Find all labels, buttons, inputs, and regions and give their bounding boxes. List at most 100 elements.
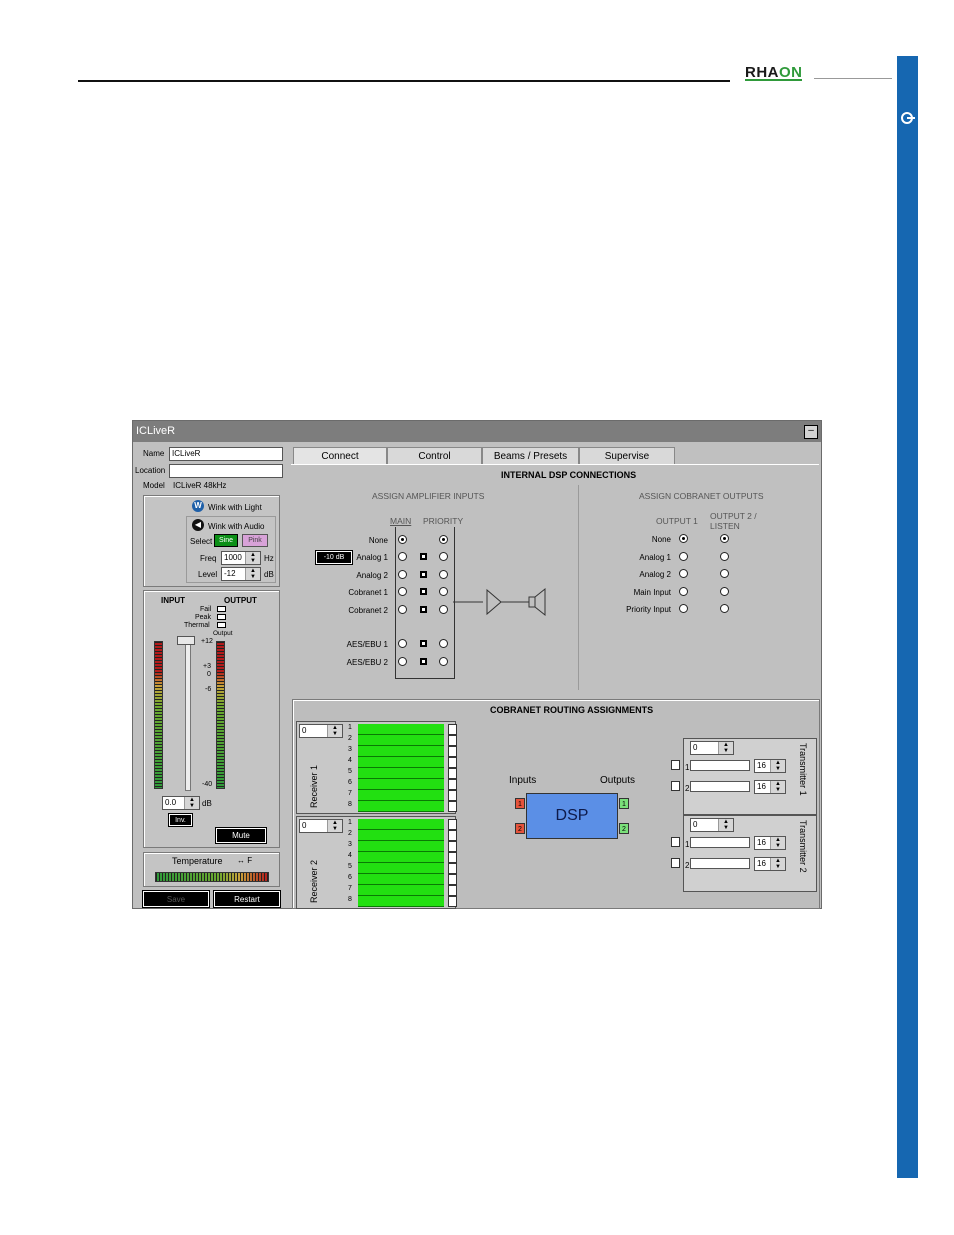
priority-radio[interactable] <box>439 639 448 648</box>
dsp-input-port-1[interactable]: 1 <box>515 798 525 809</box>
location-field[interactable] <box>169 464 283 478</box>
receiver-channel-row[interactable] <box>358 746 444 757</box>
receiver-channel-row[interactable] <box>358 779 444 790</box>
main-radio[interactable] <box>398 639 407 648</box>
main-radio[interactable] <box>398 552 407 561</box>
output2-radio[interactable] <box>720 534 729 543</box>
priority-checkbox[interactable] <box>420 588 427 595</box>
dsp-output-port-2[interactable]: 2 <box>619 823 629 834</box>
output1-radio[interactable] <box>679 569 688 578</box>
receiver-channel-row[interactable] <box>358 757 444 768</box>
wink-light-icon[interactable]: W <box>192 500 204 512</box>
main-radio[interactable] <box>398 657 407 666</box>
receiver-channel-box[interactable] <box>448 757 457 768</box>
priority-radio[interactable] <box>439 535 448 544</box>
minimize-button[interactable]: – <box>804 425 818 439</box>
gain-slider-handle[interactable] <box>177 636 195 645</box>
tx1-channel-1-field[interactable] <box>690 760 750 771</box>
receiver-channel-row[interactable] <box>358 896 444 907</box>
priority-radio[interactable] <box>439 587 448 596</box>
gain-slider-track[interactable] <box>185 639 191 791</box>
priority-radio[interactable] <box>439 570 448 579</box>
output2-radio[interactable] <box>720 552 729 561</box>
dsp-input-port-2[interactable]: 2 <box>515 823 525 834</box>
main-radio[interactable] <box>398 570 407 579</box>
stepper-arrows-icon[interactable]: ▲ ▼ <box>327 725 342 737</box>
priority-checkbox[interactable] <box>420 553 427 560</box>
receiver-channel-box[interactable] <box>448 735 457 746</box>
receiver-channel-row[interactable] <box>358 768 444 779</box>
receiver-channel-box[interactable] <box>448 885 457 896</box>
tab-supervise[interactable]: Supervise <box>579 447 675 464</box>
tx2-channel-1-field[interactable] <box>690 837 750 848</box>
level-stepper[interactable]: -12 ▲ ▼ <box>221 567 261 581</box>
stepper-arrows-icon[interactable]: ▲ ▼ <box>245 552 260 564</box>
tx1-port-1-box[interactable] <box>671 760 680 770</box>
output1-radio[interactable] <box>679 552 688 561</box>
receiver-channel-box[interactable] <box>448 790 457 801</box>
receiver-channel-row[interactable] <box>358 885 444 896</box>
name-field[interactable]: ICLiveR <box>169 447 283 461</box>
output1-radio[interactable] <box>679 604 688 613</box>
tx2-channel-2-count[interactable]: 16 ▲ ▼ <box>754 857 786 871</box>
output2-radio[interactable] <box>720 587 729 596</box>
stepper-arrows-icon[interactable]: ▲ ▼ <box>718 742 733 754</box>
receiver-channel-box[interactable] <box>448 874 457 885</box>
receiver-channel-box[interactable] <box>448 779 457 790</box>
stepper-arrows-icon[interactable]: ▲ ▼ <box>245 568 260 580</box>
save-button[interactable]: Save <box>142 890 210 908</box>
receiver-channel-box[interactable] <box>448 841 457 852</box>
tx1-channel-2-count[interactable]: 16 ▲ ▼ <box>754 780 786 794</box>
priority-checkbox[interactable] <box>420 606 427 613</box>
gain-stepper[interactable]: 0.0 ▲ ▼ <box>162 796 200 810</box>
receiver-channel-box[interactable] <box>448 724 457 735</box>
stepper-arrows-icon[interactable]: ▲ ▼ <box>770 858 785 870</box>
receiver-channel-box[interactable] <box>448 830 457 841</box>
receiver-channel-row[interactable] <box>358 863 444 874</box>
stepper-arrows-icon[interactable]: ▲ ▼ <box>770 760 785 772</box>
output1-radio[interactable] <box>679 534 688 543</box>
receiver-channel-row[interactable] <box>358 735 444 746</box>
receiver-channel-row[interactable] <box>358 819 444 830</box>
receiver-channel-box[interactable] <box>448 801 457 812</box>
stepper-arrows-icon[interactable]: ▲ ▼ <box>327 820 342 832</box>
restart-button[interactable]: Restart <box>213 890 281 908</box>
tab-connect[interactable]: Connect <box>293 447 387 464</box>
receiver1-stepper[interactable]: 0 ▲ ▼ <box>299 724 343 738</box>
tx2-channel-2-field[interactable] <box>690 858 750 869</box>
pink-button[interactable]: Pink <box>242 534 268 547</box>
tx1-port-2-box[interactable] <box>671 781 680 791</box>
main-radio[interactable] <box>398 535 407 544</box>
main-radio[interactable] <box>398 605 407 614</box>
receiver-channel-row[interactable] <box>358 841 444 852</box>
output1-radio[interactable] <box>679 587 688 596</box>
stepper-arrows-icon[interactable]: ▲ ▼ <box>770 781 785 793</box>
transmitter1-stepper[interactable]: 0 ▲ ▼ <box>690 741 734 755</box>
receiver-channel-row[interactable] <box>358 790 444 801</box>
tx1-channel-1-count[interactable]: 16 ▲ ▼ <box>754 759 786 773</box>
sine-button[interactable]: Sine <box>214 534 238 547</box>
wink-audio-icon[interactable]: ◀ <box>192 519 204 531</box>
tx2-channel-1-count[interactable]: 16 ▲ ▼ <box>754 836 786 850</box>
receiver-channel-box[interactable] <box>448 768 457 779</box>
receiver-channel-row[interactable] <box>358 724 444 735</box>
receiver-channel-box[interactable] <box>448 746 457 757</box>
priority-radio[interactable] <box>439 605 448 614</box>
tx2-port-1-box[interactable] <box>671 837 680 847</box>
tab-control[interactable]: Control <box>387 447 482 464</box>
mute-button[interactable]: Mute <box>215 827 267 844</box>
stepper-arrows-icon[interactable]: ▲ ▼ <box>184 797 199 809</box>
output2-radio[interactable] <box>720 604 729 613</box>
priority-radio[interactable] <box>439 552 448 561</box>
invert-button[interactable]: Inv. <box>168 813 193 827</box>
receiver-channel-row[interactable] <box>358 874 444 885</box>
tx2-port-2-box[interactable] <box>671 858 680 868</box>
tab-beams-presets[interactable]: Beams / Presets <box>482 447 579 464</box>
output2-radio[interactable] <box>720 569 729 578</box>
dsp-output-port-1[interactable]: 1 <box>619 798 629 809</box>
priority-checkbox[interactable] <box>420 658 427 665</box>
main-radio[interactable] <box>398 587 407 596</box>
receiver2-stepper[interactable]: 0 ▲ ▼ <box>299 819 343 833</box>
priority-checkbox[interactable] <box>420 571 427 578</box>
receiver-channel-box[interactable] <box>448 819 457 830</box>
